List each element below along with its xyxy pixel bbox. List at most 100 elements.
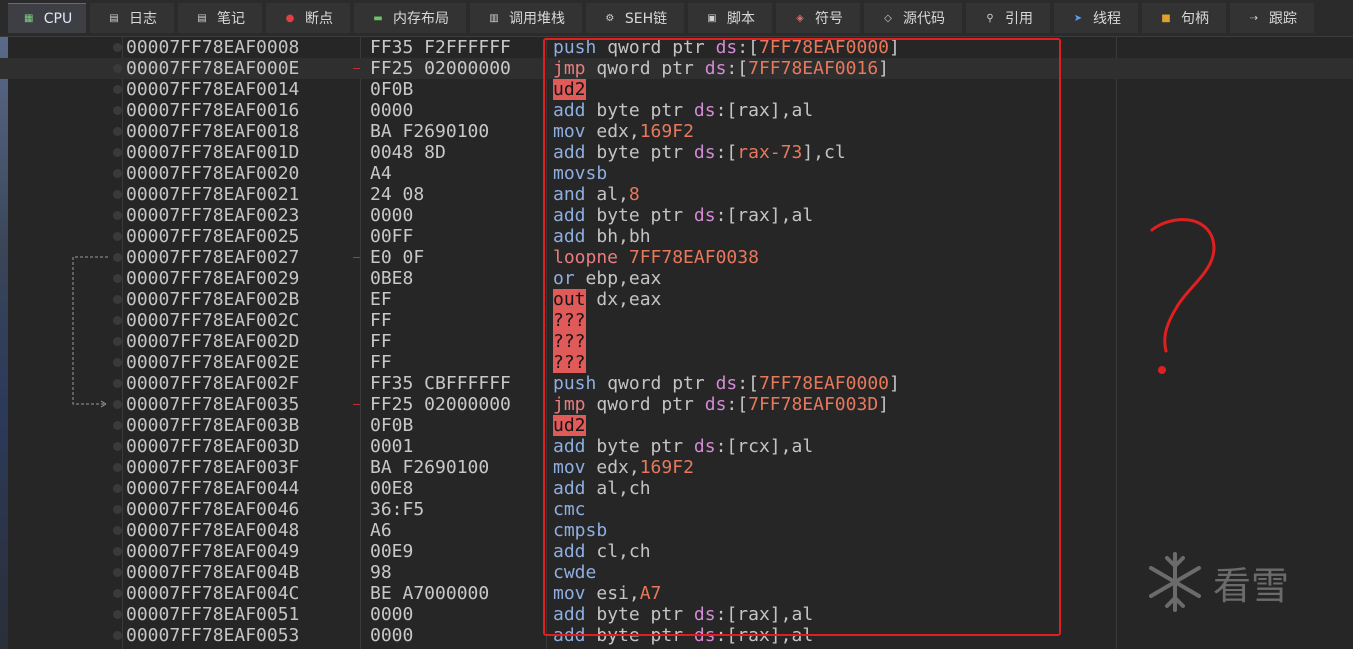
mnemonic: add: [553, 625, 586, 646]
tab-label: 日志: [129, 11, 157, 27]
breakpoint-dot[interactable]: [113, 169, 122, 178]
instruction-row[interactable]: 00007FF78EAF0046 36:F5 cmc: [0, 499, 1353, 520]
bytes-cell: 0F0B: [370, 415, 414, 436]
tab-2[interactable]: ▤ 笔记: [178, 3, 262, 33]
instruction-row[interactable]: 00007FF78EAF0044 00E8 add al,ch: [0, 478, 1353, 499]
operand: byte ptr: [596, 604, 694, 625]
bytes-cell: E0 0F: [370, 247, 425, 268]
bytes-cell: BE A7000000: [370, 583, 490, 604]
tab-1[interactable]: ▤ 日志: [90, 3, 174, 33]
breakpoint-dot[interactable]: [113, 379, 122, 388]
tab-13[interactable]: ⇢ 跟踪: [1230, 3, 1314, 33]
breakpoint-dot[interactable]: [113, 64, 122, 73]
operand: byte ptr: [596, 205, 694, 226]
mnemonic: cwde: [553, 562, 597, 583]
tab-5[interactable]: ▥ 调用堆栈: [470, 3, 582, 33]
breakpoint-dot[interactable]: [113, 547, 122, 556]
snowflake-icon: [1149, 552, 1201, 612]
breakpoint-dot[interactable]: [113, 274, 122, 283]
instruction-row[interactable]: 00007FF78EAF000E FF25 02000000 jmp qword p…: [0, 58, 1353, 79]
instruction-cell: push qword ptr ds:[7FF78EAF0000]: [553, 373, 900, 394]
breakpoint-dot[interactable]: [113, 442, 122, 451]
address-cell: 00007FF78EAF002E: [126, 352, 300, 373]
breakpoint-dot[interactable]: [113, 295, 122, 304]
tab-4[interactable]: ▬ 内存布局: [354, 3, 466, 33]
address-cell: 00007FF78EAF0021: [126, 184, 300, 205]
instruction-row[interactable]: 00007FF78EAF0014 0F0B ud2: [0, 79, 1353, 100]
operand: :[: [737, 37, 759, 58]
mnemonic: loopne: [553, 247, 619, 268]
operand: :[: [715, 142, 738, 163]
mnemonic: jmp: [553, 58, 586, 79]
operand: al: [791, 604, 814, 625]
disassembly-view[interactable]: 00007FF78EAF0008 FF35 F2FFFFFF push qword …: [0, 37, 1353, 649]
tab-8[interactable]: ◈ 符号: [776, 3, 860, 33]
tab-0[interactable]: ▦ CPU: [8, 3, 86, 33]
bytes-cell: 00E9: [370, 541, 414, 562]
breakpoint-dot[interactable]: [113, 526, 122, 535]
tab-label: 引用: [1005, 11, 1033, 27]
breakpoint-dot[interactable]: [113, 316, 122, 325]
tab-12[interactable]: ■ 句柄: [1142, 3, 1226, 33]
breakpoint-dot[interactable]: [113, 253, 122, 262]
breakpoint-dot[interactable]: [113, 358, 122, 367]
tab-7[interactable]: ▣ 脚本: [688, 3, 772, 33]
tab-3[interactable]: ● 断点: [266, 3, 350, 33]
operand: :[: [715, 205, 738, 226]
tab-label: 符号: [815, 11, 843, 27]
operand: edx,: [596, 121, 640, 142]
instruction-row[interactable]: 00007FF78EAF0020 A4 movsb: [0, 163, 1353, 184]
mnemonic: or: [553, 268, 575, 289]
mnemonic: ud2: [553, 415, 586, 436]
operand: 7FF78EAF003D: [748, 394, 879, 415]
bytes-cell: 0001: [370, 436, 414, 457]
bytes-cell: 00E8: [370, 478, 414, 499]
operand: 8: [628, 184, 640, 205]
instruction-row[interactable]: 00007FF78EAF0053 0000 add byte ptr ds:[rax…: [0, 625, 1353, 646]
address-cell: 00007FF78EAF002C: [126, 310, 300, 331]
bytes-cell: FF35 F2FFFFFF: [370, 37, 511, 58]
address-cell: 00007FF78EAF0053: [126, 625, 300, 646]
instruction-row[interactable]: 00007FF78EAF0018 BA F2690100 mov edx,169F2: [0, 121, 1353, 142]
breakpoint-dot[interactable]: [113, 421, 122, 430]
threads-icon: ➤: [1073, 12, 1083, 24]
watermark-text: 看雪: [1213, 563, 1290, 608]
instruction-row[interactable]: 00007FF78EAF0048 A6 cmpsb: [0, 520, 1353, 541]
tab-9[interactable]: ◇ 源代码: [864, 3, 962, 33]
operand: qword ptr: [607, 37, 716, 58]
breakpoint-dot[interactable]: [113, 43, 122, 52]
tab-6[interactable]: ⚙ SEH链: [586, 3, 684, 33]
instruction-row[interactable]: 00007FF78EAF003F BA F2690100 mov edx,169F2: [0, 457, 1353, 478]
instruction-row[interactable]: 00007FF78EAF003B 0F0B ud2: [0, 415, 1353, 436]
breakpoint-dot[interactable]: [113, 484, 122, 493]
operand: bh,bh: [596, 226, 651, 247]
operand: ds: [693, 604, 716, 625]
breakpoint-dot[interactable]: [113, 85, 122, 94]
breakpoint-dot[interactable]: [113, 127, 122, 136]
breakpoint-dot[interactable]: [113, 106, 122, 115]
breakpoint-dot[interactable]: [113, 400, 122, 409]
tab-10[interactable]: ⚲ 引用: [966, 3, 1050, 33]
breakpoint-dot[interactable]: [113, 589, 122, 598]
bytes-cell: BA F2690100: [370, 121, 490, 142]
instruction-row[interactable]: 00007FF78EAF003D 0001 add byte ptr ds:[rcx…: [0, 436, 1353, 457]
instruction-row[interactable]: 00007FF78EAF001D 0048 8D add byte ptr ds:[…: [0, 142, 1353, 163]
bytes-cell: EF: [370, 289, 392, 310]
tab-11[interactable]: ➤ 线程: [1054, 3, 1138, 33]
breakpoint-dot[interactable]: [113, 610, 122, 619]
instruction-row[interactable]: 00007FF78EAF0016 0000 add byte ptr ds:[rax…: [0, 100, 1353, 121]
instruction-row[interactable]: 00007FF78EAF0008 FF35 F2FFFFFF push qword …: [0, 37, 1353, 58]
breakpoint-dot[interactable]: [113, 631, 122, 640]
breakpoint-dot[interactable]: [113, 463, 122, 472]
instruction-cell: add byte ptr ds:[rax],al: [553, 604, 813, 625]
breakpoint-dot[interactable]: [113, 190, 122, 199]
breakpoint-dot[interactable]: [113, 211, 122, 220]
breakpoint-dot[interactable]: [113, 568, 122, 577]
mnemonic: mov: [553, 457, 586, 478]
breakpoint-dot[interactable]: [113, 337, 122, 346]
breakpoint-dot[interactable]: [113, 505, 122, 514]
bytes-cell: 0BE8: [370, 268, 414, 289]
instruction-row[interactable]: 00007FF78EAF0035 FF25 02000000 jmp qword p…: [0, 394, 1353, 415]
breakpoint-dot[interactable]: [113, 232, 122, 241]
breakpoint-dot[interactable]: [113, 148, 122, 157]
